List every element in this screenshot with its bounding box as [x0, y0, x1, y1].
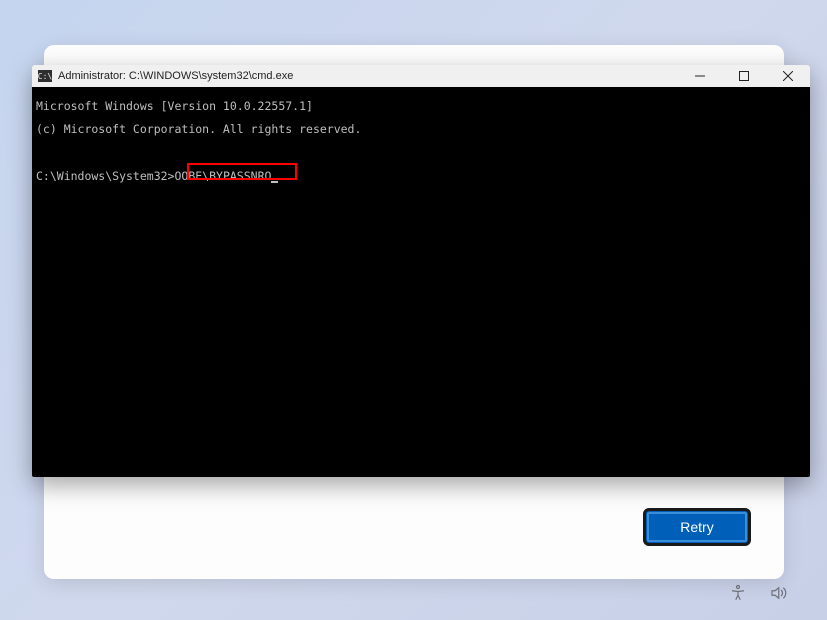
minimize-button[interactable]: [678, 65, 722, 87]
cmd-command-input[interactable]: OOBE\BYPASSNRO: [174, 169, 271, 183]
cmd-output-area[interactable]: Microsoft Windows [Version 10.0.22557.1]…: [32, 87, 810, 196]
cmd-titlebar[interactable]: C:\ Administrator: C:\WINDOWS\system32\c…: [32, 65, 810, 87]
accessibility-icon[interactable]: [729, 584, 747, 602]
close-icon: [783, 71, 793, 81]
close-button[interactable]: [766, 65, 810, 87]
cmd-blank-line: [36, 148, 806, 160]
cmd-prompt: C:\Windows\System32>: [36, 169, 174, 183]
cmd-prompt-line: C:\Windows\System32>OOBE\BYPASSNRO: [36, 171, 278, 183]
cmd-output-line: Microsoft Windows [Version 10.0.22557.1]: [36, 101, 806, 113]
cmd-window-controls: [678, 65, 810, 87]
cmd-title-text: Administrator: C:\WINDOWS\system32\cmd.e…: [58, 70, 293, 82]
taskbar-tray: [729, 584, 787, 602]
minimize-icon: [695, 71, 705, 81]
command-prompt-window: C:\ Administrator: C:\WINDOWS\system32\c…: [32, 65, 810, 477]
volume-icon[interactable]: [769, 584, 787, 602]
cmd-icon: C:\: [38, 70, 52, 82]
cmd-cursor: [271, 181, 278, 183]
maximize-button[interactable]: [722, 65, 766, 87]
maximize-icon: [739, 71, 749, 81]
retry-button[interactable]: Retry: [643, 508, 751, 546]
cmd-output-line: (c) Microsoft Corporation. All rights re…: [36, 124, 806, 136]
